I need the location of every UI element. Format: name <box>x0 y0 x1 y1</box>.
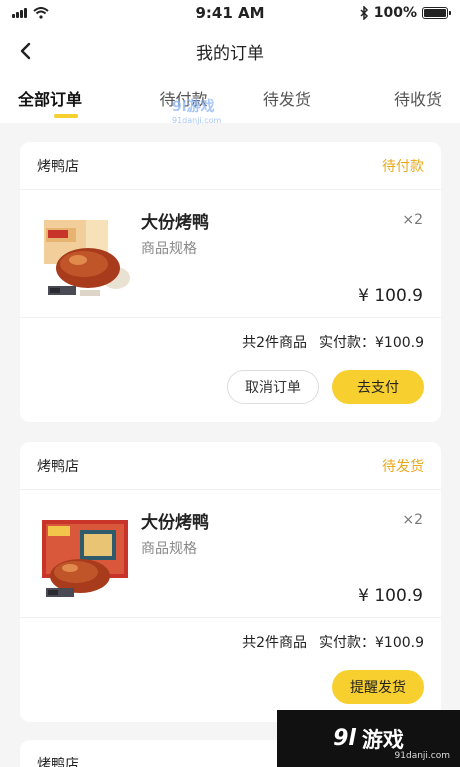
order-card-header: 烤鸭店 待付款 <box>20 142 441 190</box>
item-count: 共2件商品 <box>242 635 307 651</box>
watermark-mid-url: 91danji.com <box>172 116 222 125</box>
pay-button[interactable]: 去支付 <box>332 370 424 404</box>
watermark-logo-text: 9l <box>333 726 356 751</box>
tab-pending-receipt[interactable]: 待收货 <box>339 86 460 123</box>
cancel-order-button[interactable]: 取消订单 <box>227 370 319 404</box>
back-button[interactable] <box>10 34 40 68</box>
product-image <box>44 220 130 296</box>
nav-bar: 我的订单 <box>0 26 460 76</box>
tab-pending-shipment[interactable]: 待发货 <box>235 86 338 123</box>
order-tabs: 全部订单 待付款 待发货 待收货 <box>0 76 460 123</box>
watermark-badge: 9l 游戏 91danji.com <box>277 710 460 767</box>
battery-percent: 100% <box>373 5 417 21</box>
order-status: 待付款 <box>382 158 424 175</box>
bluetooth-icon <box>360 6 368 20</box>
chevron-left-icon <box>20 42 31 60</box>
product-quantity: ×2 <box>402 212 423 228</box>
product-spec: 商品规格 <box>141 541 197 557</box>
product-item[interactable]: 大份烤鸭 商品规格 ×2 ¥ 100.9 <box>20 190 441 318</box>
product-name: 大份烤鸭 <box>141 213 209 233</box>
shop-name[interactable]: 烤鸭店 <box>37 456 79 476</box>
product-quantity: ×2 <box>402 512 423 528</box>
wifi-icon <box>33 7 49 19</box>
shop-name[interactable]: 烤鸭店 <box>37 754 79 767</box>
paid-amount: 实付款：¥100.9 <box>319 335 424 351</box>
product-image <box>42 520 128 597</box>
order-card: 烤鸭店 待发货 大份烤鸭 商品规格 ×2 ¥ 100.9 共2件商品 实付款：¥… <box>20 442 441 722</box>
watermark-mid-text2: 游戏 <box>186 99 215 115</box>
battery-icon <box>422 7 451 19</box>
product-name: 大份烤鸭 <box>141 513 209 533</box>
watermark-mid-text: 9l <box>172 99 187 115</box>
signal-icon <box>12 8 27 18</box>
product-price: ¥ 100.9 <box>358 286 423 306</box>
status-right: 100% <box>359 5 451 21</box>
order-actions: 取消订单 去支付 <box>20 366 441 426</box>
tab-all-orders[interactable]: 全部订单 <box>0 86 132 123</box>
status-bar: 9:41 AM 100% <box>0 0 460 26</box>
order-status: 待发货 <box>382 458 424 475</box>
watermark-title: 游戏 <box>361 727 404 752</box>
battery-fill <box>424 9 446 17</box>
remind-shipment-button[interactable]: 提醒发货 <box>332 670 424 704</box>
order-summary: 共2件商品 实付款：¥100.9 <box>20 318 441 366</box>
item-count: 共2件商品 <box>242 335 307 351</box>
order-summary: 共2件商品 实付款：¥100.9 <box>20 618 441 666</box>
product-item[interactable]: 大份烤鸭 商品规格 ×2 ¥ 100.9 <box>20 490 441 618</box>
product-spec: 商品规格 <box>141 241 197 257</box>
page-title: 我的订单 <box>196 43 264 64</box>
product-price: ¥ 100.9 <box>358 586 423 606</box>
order-card: 烤鸭店 待付款 大份烤鸭 商品规格 ×2 ¥ 100.9 共2件商品 实付款：¥… <box>20 142 441 422</box>
watermark-url: 91danji.com <box>394 751 450 761</box>
watermark-logo: 9l游戏 91danji.com <box>172 96 221 125</box>
status-left <box>12 7 49 19</box>
paid-amount: 实付款：¥100.9 <box>319 635 424 651</box>
shop-name[interactable]: 烤鸭店 <box>37 156 79 176</box>
order-card-header: 烤鸭店 待发货 <box>20 442 441 490</box>
